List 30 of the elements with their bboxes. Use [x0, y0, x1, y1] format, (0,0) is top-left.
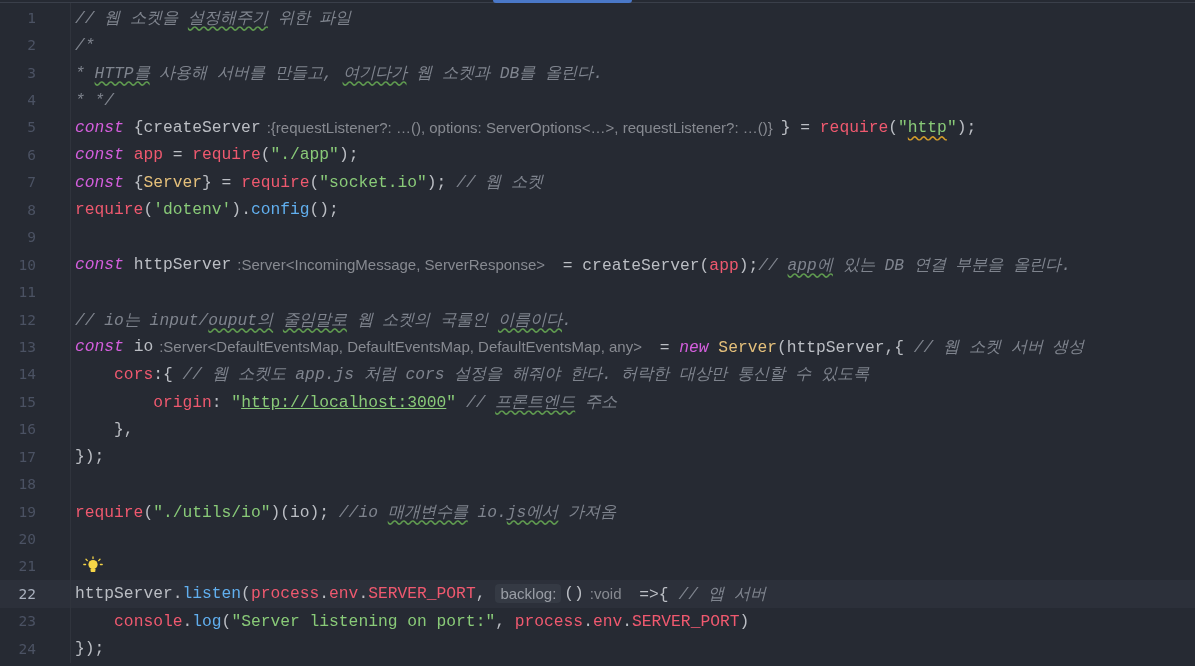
code-text: const httpServer	[75, 255, 232, 275]
inlay-hint: :void	[589, 585, 622, 603]
code-text: = new Server(httpServer,{ // 웹 소켓 서버 생성	[658, 336, 1085, 358]
code-text: // 웹 소켓을 설정해주기 위한 파일	[75, 7, 352, 29]
code-text: });	[75, 639, 105, 659]
code-text: console.log("Server listening on port:", process.env.SERVER_PORT)	[113, 611, 750, 631]
code-text: cors:{ // 웹 소켓도 app.js 처럼 cors 설정을 해줘야 한다. 허락한 대상만 통신할 수 있도록	[113, 364, 869, 386]
code-text: const {createServer	[75, 117, 261, 137]
code-text: * HTTP를 사용해 서버를 만들고, 여기다가 웹 소켓과 DB를 올린다.	[75, 62, 603, 84]
code-text: } = require("http");	[780, 117, 977, 137]
inlay-hint: :Server<IncomingMessage, ServerResponse>	[237, 256, 545, 274]
inlay-hint: :Server<DefaultEventsMap, DefaultEventsMap, DefaultEventsMap, any>	[159, 338, 642, 356]
code-text: /*	[75, 35, 95, 55]
code-text: =>{ // 앱 서버	[638, 583, 766, 605]
code-text: });	[75, 447, 105, 467]
line-number: 22	[17, 585, 36, 602]
code-text: require('dotenv').config();	[75, 200, 339, 220]
parameter-hint: backlog:	[495, 584, 562, 604]
code-text: = createServer(app);// app에 있는 DB 연결 부분을 올린다.	[561, 254, 1072, 276]
code-text: // io는 input/ouput의 줄임말로 웹 소켓의 국룰인 이름이다.	[75, 309, 572, 331]
code-text: const {Server} = require("socket.io"); // 웹 소켓	[75, 172, 544, 194]
code-text: * */	[75, 90, 115, 110]
code-text: require("./utils/io")(io); //io 매개변수를 io.js에서 가져옴	[75, 501, 617, 523]
code-text: httpServer.listen(process.env.SERVER_PORT,	[75, 584, 486, 604]
code-text: },	[113, 419, 134, 439]
code-text: const app = require("./app");	[75, 145, 359, 165]
code-text: origin: "http://localhost:3000" // 프론트엔드 주소	[152, 391, 617, 413]
code-text: ()	[564, 584, 584, 604]
code-text: const io	[75, 337, 154, 357]
inlay-hint: :{requestListener?: …(), options: ServerOptions<…>, requestListener?: …()}	[266, 118, 773, 136]
